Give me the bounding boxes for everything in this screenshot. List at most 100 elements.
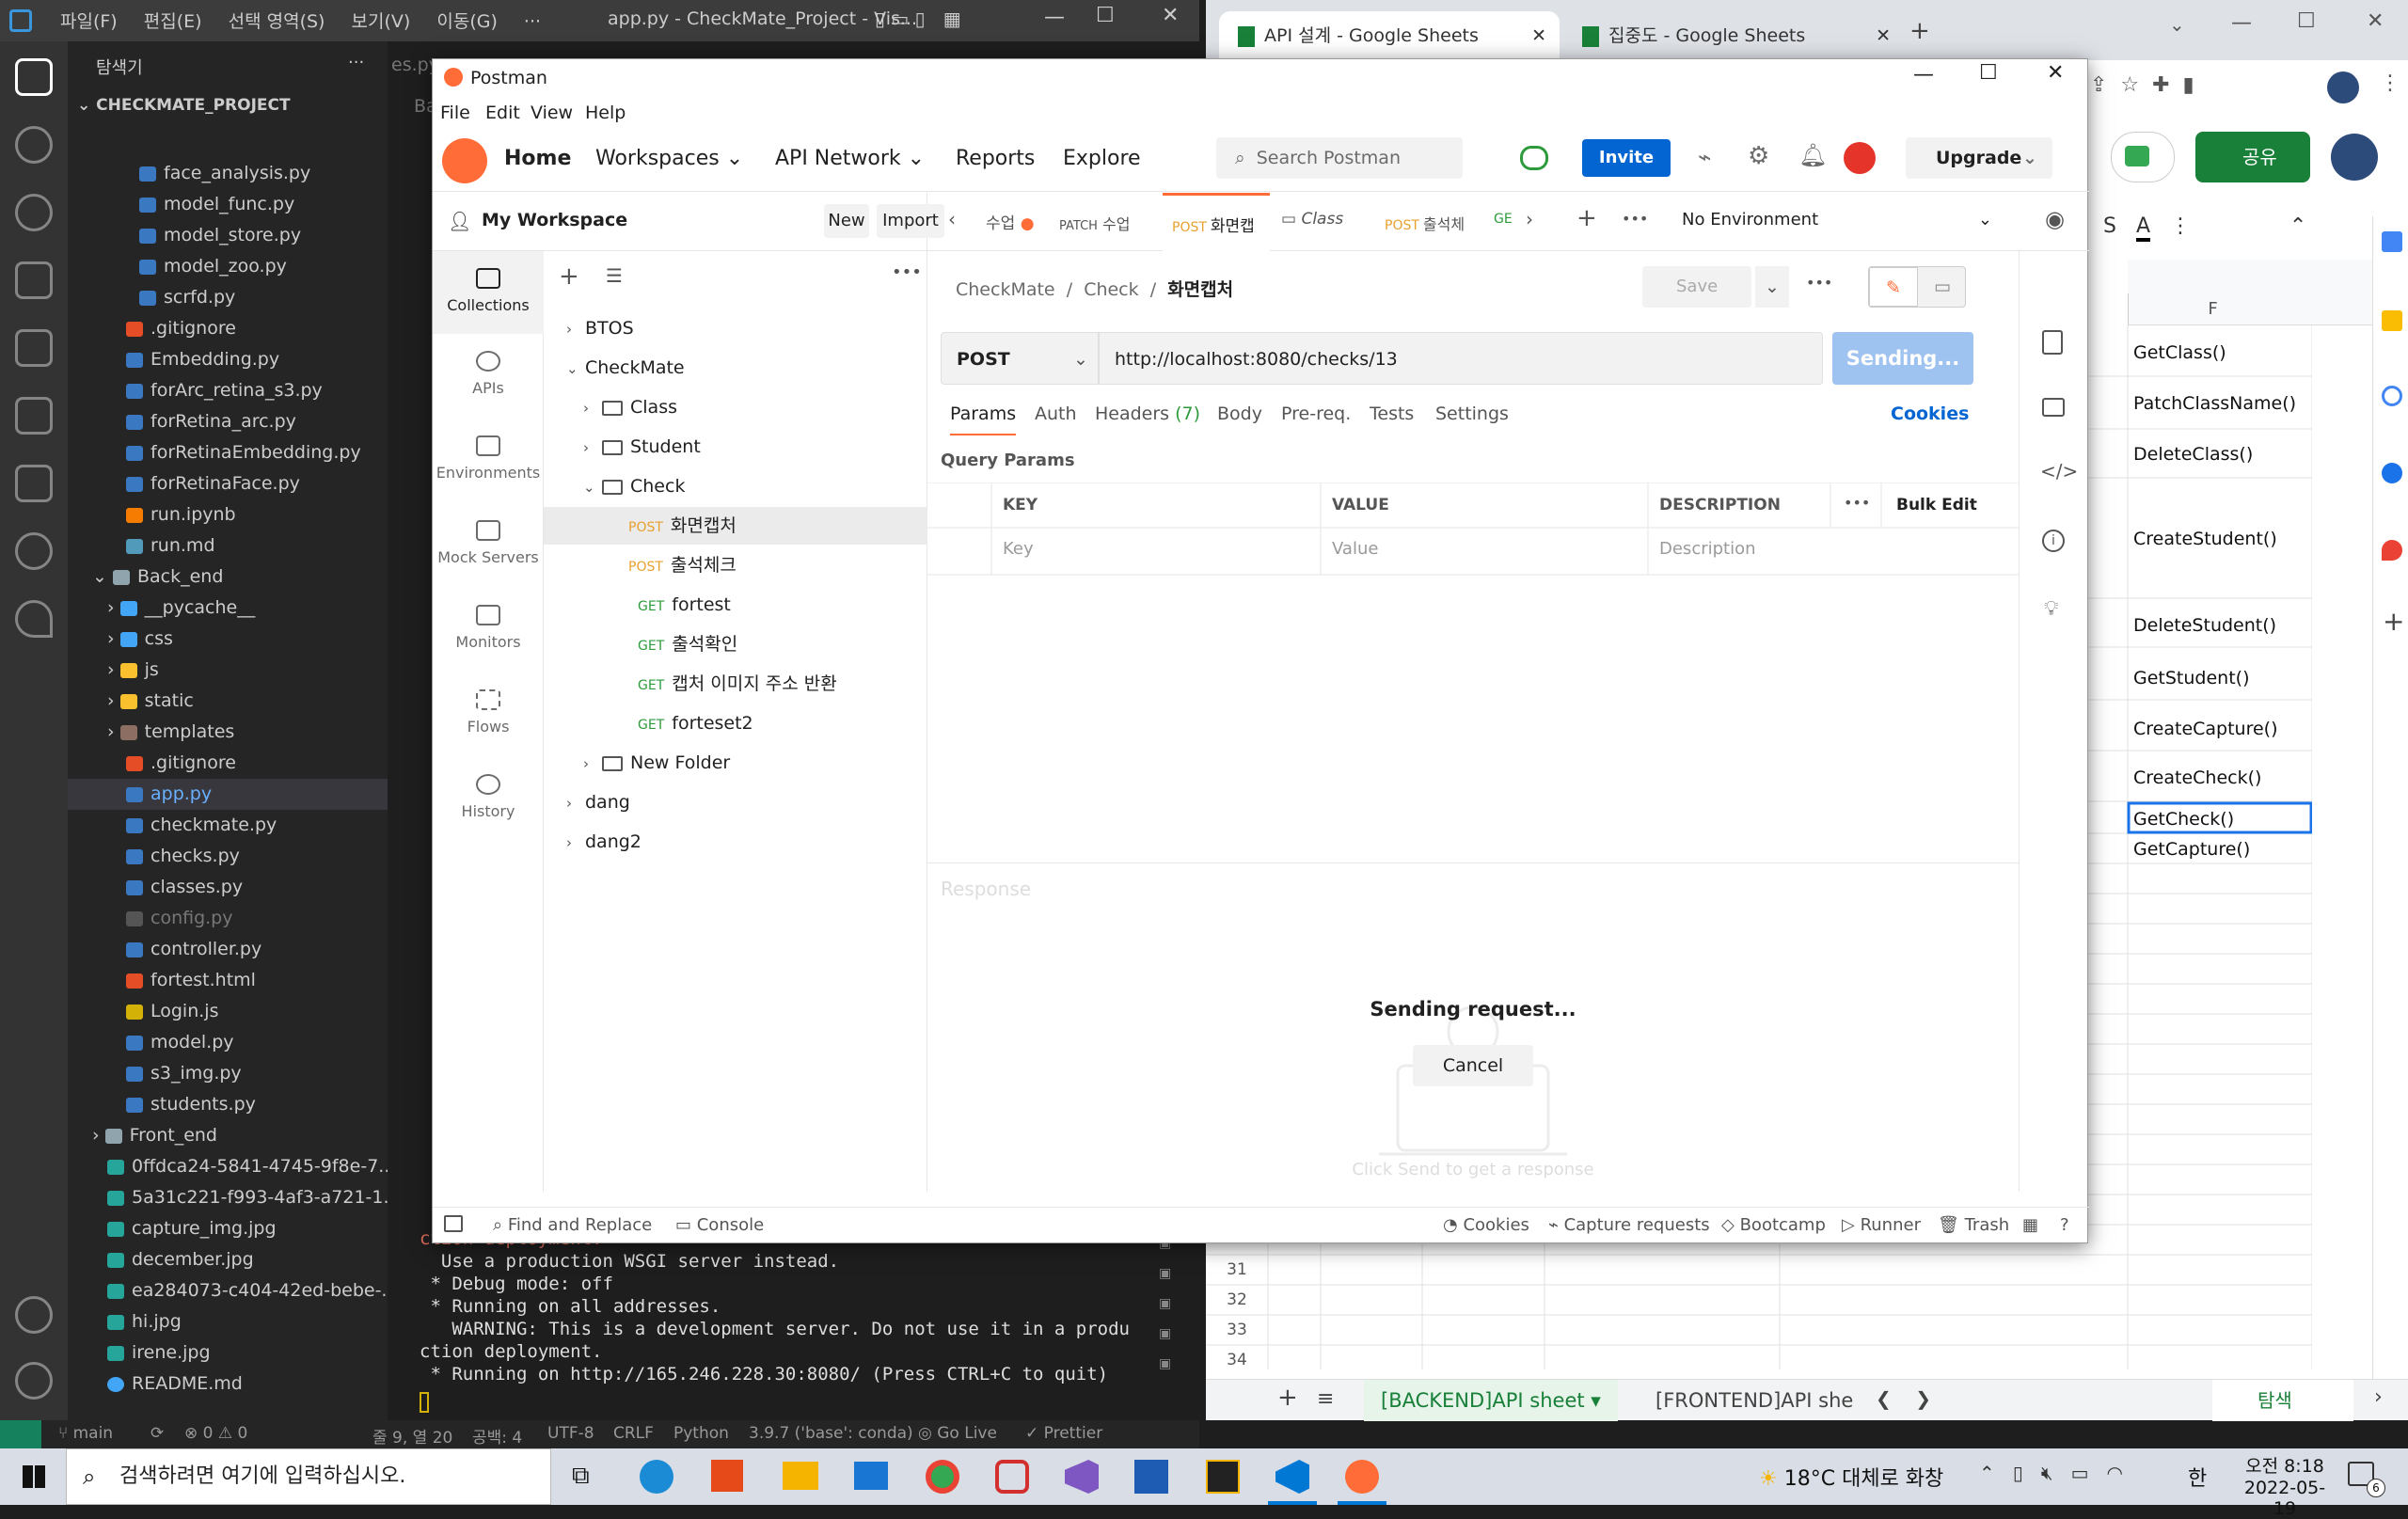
file-item[interactable]: scrfd.py xyxy=(68,282,388,313)
browser-profile-avatar[interactable] xyxy=(2327,71,2359,103)
nav-explore[interactable]: Explore xyxy=(1063,147,1141,170)
sync-status-icon[interactable] xyxy=(1520,146,1548,170)
status-spaces[interactable]: 공백: 4 xyxy=(472,1424,522,1448)
tab-pre-request[interactable]: Pre-req. xyxy=(1281,403,1351,424)
row-number[interactable]: 31 xyxy=(1206,1260,1268,1279)
request-item[interactable]: GET fortest xyxy=(544,586,927,624)
collection-dang2[interactable]: › dang2 xyxy=(544,823,927,861)
filter-icon[interactable]: ☰ xyxy=(606,264,623,287)
file-explorer-icon[interactable] xyxy=(783,1462,818,1490)
postman-close-button[interactable]: ✕ xyxy=(2047,61,2064,85)
cell-f[interactable]: GetClass() xyxy=(2128,342,2312,363)
cell-f[interactable]: DeleteClass() xyxy=(2128,444,2312,465)
vscode-close-button[interactable]: ✕ xyxy=(1162,4,1179,27)
status-golive[interactable]: ◎ Go Live xyxy=(918,1424,997,1443)
user-avatar[interactable] xyxy=(1844,142,1876,174)
rail-apis[interactable]: APIs xyxy=(433,351,544,397)
browser-toolbar-icons[interactable]: ⇪ ☆ ✚ ▮ xyxy=(2090,73,2194,97)
tab-headers[interactable]: Headers (7) xyxy=(1095,403,1200,424)
file-item[interactable]: README.md xyxy=(68,1369,388,1400)
rail-history[interactable]: History xyxy=(433,774,544,820)
explorer-more-button[interactable]: ··· xyxy=(348,53,364,72)
chrome-tab-focus[interactable]: 집중도 - Google Sheets ✕ xyxy=(1563,11,1904,60)
add-collection-icon[interactable]: + xyxy=(559,262,579,291)
cell-f[interactable]: DeleteStudent() xyxy=(2128,615,2312,636)
add-sheet-button[interactable]: + xyxy=(1277,1384,1298,1412)
tabs-scroll-right[interactable]: › xyxy=(1526,208,1533,230)
tab-auth[interactable]: Auth xyxy=(1035,403,1077,424)
folder-class[interactable]: › Class xyxy=(544,388,927,426)
all-sheets-button[interactable]: ≡ xyxy=(1317,1387,1334,1411)
menu-more[interactable]: ··· xyxy=(524,11,541,32)
new-tab-button[interactable]: + xyxy=(1909,17,1930,45)
file-item[interactable]: checks.py xyxy=(68,841,388,872)
request-tab-active[interactable]: POST 화면캡 xyxy=(1163,193,1270,251)
value-input[interactable]: Value xyxy=(1332,539,1378,559)
contacts-icon[interactable] xyxy=(2382,463,2402,483)
project-root[interactable]: ⌄ CHECKMATE_PROJECT xyxy=(68,90,388,121)
file-item[interactable]: forArc_retina_s3.py xyxy=(68,375,388,406)
toggle-sidebar-icon[interactable] xyxy=(444,1215,463,1232)
folder-new-folder[interactable]: › New Folder xyxy=(544,744,927,782)
footer-cookies-button[interactable]: ◔ Cookies xyxy=(1443,1215,1529,1235)
status-eol[interactable]: CRLF xyxy=(613,1424,654,1443)
column-f-header[interactable]: F xyxy=(2128,293,2297,325)
word-icon[interactable] xyxy=(1134,1460,1168,1494)
file-item[interactable]: fortest.html xyxy=(68,965,388,996)
bootcamp-button[interactable]: ◇ Bootcamp xyxy=(1721,1215,1826,1235)
folder-item[interactable]: › css xyxy=(68,624,388,655)
request-item[interactable]: GET 출석확인 xyxy=(544,625,927,663)
table-more-icon[interactable]: ••• xyxy=(1844,494,1870,512)
postman-search-bar[interactable]: ⌕ Search Postman xyxy=(1216,137,1463,179)
nav-home[interactable]: Home xyxy=(504,147,571,170)
menu-go[interactable]: 이동(G) xyxy=(436,11,498,32)
cell-f[interactable]: PatchClassName() xyxy=(2128,393,2312,414)
cell-f[interactable]: CreateCapture() xyxy=(2128,719,2312,739)
new-tab-plus-icon[interactable]: + xyxy=(1576,204,1597,232)
file-item[interactable]: model_store.py xyxy=(68,220,388,251)
python-icon[interactable] xyxy=(15,532,53,570)
file-item[interactable]: students.py xyxy=(68,1089,388,1120)
weather-widget[interactable]: ☀ 18°C 대체로 화창 xyxy=(1759,1462,1943,1492)
folder-back-end[interactable]: ⌄ Back_end xyxy=(68,562,388,593)
file-item[interactable]: controller.py xyxy=(68,934,388,965)
status-problems[interactable]: ⊗ 0 ⚠ 0 xyxy=(184,1424,247,1443)
file-item[interactable]: capture_img.jpg xyxy=(68,1213,388,1244)
folder-item[interactable]: › js xyxy=(68,655,388,686)
console-button[interactable]: ▭ Console xyxy=(675,1215,764,1235)
edit-mode-pencil-icon[interactable]: ✎ xyxy=(1869,267,1918,307)
folder-student[interactable]: › Student xyxy=(544,428,927,466)
vscode-minimize-button[interactable]: — xyxy=(1044,6,1065,29)
key-input[interactable]: Key xyxy=(1003,539,1034,559)
folder-item[interactable]: › templates xyxy=(68,717,388,748)
chrome-icon[interactable] xyxy=(926,1460,959,1494)
row-number[interactable]: 33 xyxy=(1206,1321,1268,1339)
postman-minimize-button[interactable]: — xyxy=(1913,63,1934,87)
method-select[interactable]: POST ⌄ xyxy=(941,332,1099,385)
file-item[interactable]: december.jpg xyxy=(68,1244,388,1275)
status-encoding[interactable]: UTF-8 xyxy=(547,1424,594,1443)
file-item[interactable]: run.md xyxy=(68,530,388,562)
request-tab[interactable]: PATCH 수업 xyxy=(1059,212,1130,234)
remote-indicator[interactable] xyxy=(0,1420,41,1448)
save-dropdown-button[interactable]: ⌄ xyxy=(1755,266,1789,308)
taskbar-search-input[interactable]: 검색하려면 여기에 입력하십시오. xyxy=(66,1448,551,1505)
explorer-icon[interactable] xyxy=(15,58,53,96)
info-icon[interactable]: i xyxy=(2042,530,2065,552)
folder-front-end[interactable]: › Front_end xyxy=(68,1120,388,1151)
settings-gear-icon[interactable] xyxy=(15,1362,53,1400)
add-addon-icon[interactable]: + xyxy=(2383,606,2404,637)
nav-workspaces[interactable]: Workspaces ⌄ xyxy=(595,147,743,170)
sync-icon[interactable]: ⟳ xyxy=(150,1424,164,1443)
file-item[interactable]: Embedding.py xyxy=(68,344,388,375)
request-tab[interactable]: ▭ Class xyxy=(1281,210,1343,229)
trash-button[interactable]: 🗑︎ Trash xyxy=(1938,1215,2009,1235)
cookies-link[interactable]: Cookies xyxy=(1891,403,1969,424)
chrome-minimize-button[interactable]: — xyxy=(2231,11,2252,35)
account-icon[interactable] xyxy=(15,1296,53,1334)
store-icon[interactable] xyxy=(711,1460,743,1492)
upgrade-button[interactable]: Upgrade ⌄ xyxy=(1906,137,2052,179)
request-item[interactable]: GET 캡처 이미지 주소 반환 xyxy=(544,665,927,703)
format-toolbar[interactable]: S A ⋮ ⌃ xyxy=(2103,214,2306,242)
comments-icon[interactable] xyxy=(2042,398,2065,417)
